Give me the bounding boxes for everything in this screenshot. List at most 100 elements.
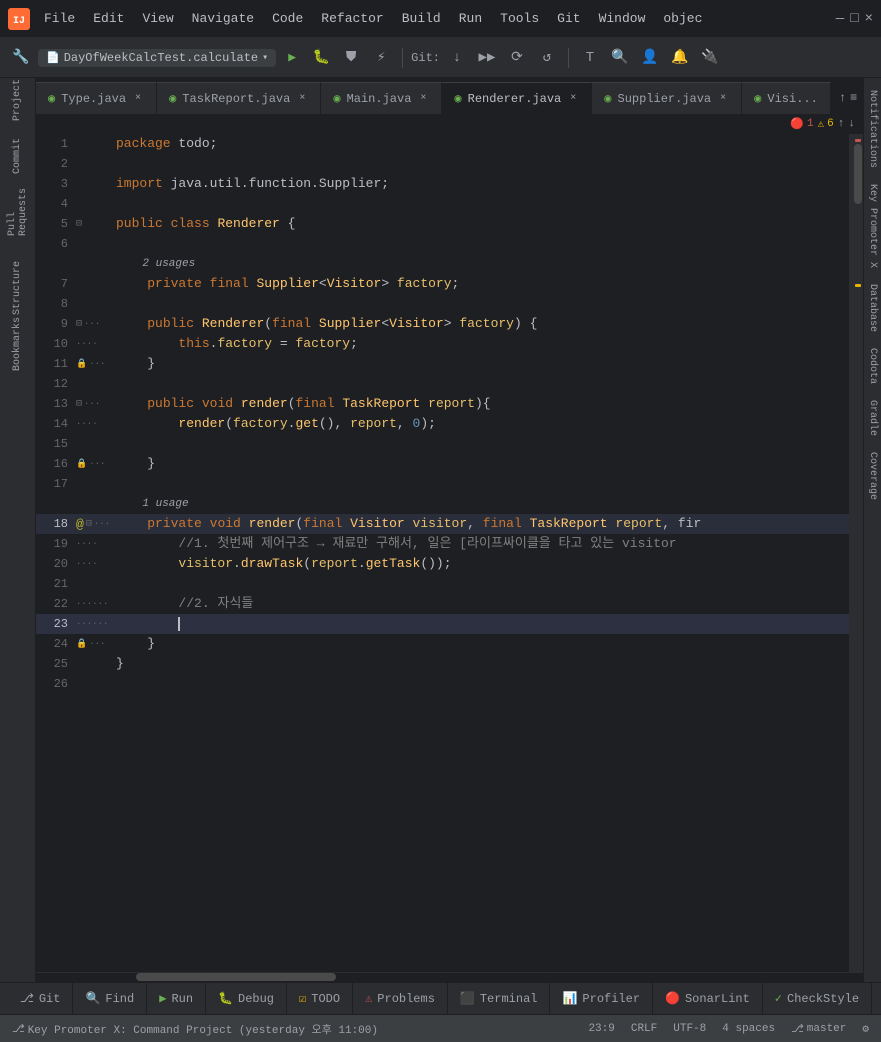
tab-visitor-java[interactable]: ◉ Visi... <box>742 82 831 114</box>
code-text-18[interactable]: private void render(final Visitor visito… <box>116 514 863 534</box>
tab-supplier-java[interactable]: ◉ Supplier.java × <box>592 82 742 114</box>
code-text-24[interactable]: } <box>116 634 863 654</box>
tab-close-supplier[interactable]: × <box>717 92 729 105</box>
coverage-button[interactable]: ⛊ <box>338 45 364 71</box>
fold-icon-13[interactable]: ⊟ <box>76 398 82 410</box>
sidebar-coverage[interactable]: Coverage <box>867 444 878 508</box>
tab-more-button[interactable]: ↑ ≡ <box>831 82 863 114</box>
code-text-12[interactable] <box>116 374 863 394</box>
code-text-6[interactable] <box>116 234 863 254</box>
fold-icon-5[interactable]: ⊟ <box>76 218 82 230</box>
tab-renderer-java[interactable]: ◉ Renderer.java × <box>442 82 592 114</box>
horizontal-scrollbar-thumb[interactable] <box>136 973 336 981</box>
code-text-25[interactable]: } <box>116 654 863 674</box>
run-config-dropdown-icon[interactable]: ▾ <box>262 52 268 64</box>
code-text-4[interactable] <box>116 194 863 214</box>
status-git-branch[interactable]: ⎇ Key Promoter X: Command Project (yeste… <box>8 1019 382 1039</box>
bottom-tab-todo[interactable]: ☑ TODO <box>287 983 353 1015</box>
bottom-tab-terminal[interactable]: ⬛ Terminal <box>448 983 551 1015</box>
menu-build[interactable]: Build <box>394 9 449 28</box>
tab-close-main[interactable]: × <box>417 92 429 105</box>
tab-type-java[interactable]: ◉ Type.java × <box>36 82 157 114</box>
fold-icon-18[interactable]: ⊟ <box>86 518 92 530</box>
bottom-tab-sonarlint[interactable]: 🔴 SonarLint <box>653 983 763 1015</box>
code-text-22[interactable]: //2. 자식들 <box>116 594 863 614</box>
usages-1-label[interactable]: 1 usage <box>142 498 188 510</box>
sidebar-icon-pull-requests[interactable]: Pull Requests <box>4 198 32 226</box>
status-encoding[interactable]: CRLF <box>627 1021 661 1037</box>
horizontal-scrollbar[interactable] <box>36 972 863 982</box>
sidebar-gradle[interactable]: Gradle <box>867 392 878 444</box>
bottom-tab-problems[interactable]: ⚠ Problems <box>353 983 448 1015</box>
tab-close-taskreport[interactable]: × <box>296 92 308 105</box>
git-stash-icon[interactable]: ↺ <box>534 45 560 71</box>
tab-scroll-left-icon[interactable]: ↑ <box>839 91 846 105</box>
code-text-21[interactable] <box>116 574 863 594</box>
menu-run[interactable]: Run <box>451 9 490 28</box>
menu-extra[interactable]: objec <box>655 9 710 28</box>
status-more[interactable]: ⚙ <box>858 1020 873 1038</box>
warning-count[interactable]: ⚠ 6 <box>818 117 834 131</box>
sidebar-codota[interactable]: Codota <box>867 340 878 392</box>
fold-icon-9[interactable]: ⊟ <box>76 318 82 330</box>
status-charset[interactable]: UTF-8 <box>669 1021 710 1037</box>
run-config-selector[interactable]: 📄 DayOfWeekCalcTest.calculate ▾ <box>38 49 276 67</box>
sidebar-database[interactable]: Database <box>867 276 878 340</box>
plugins-icon[interactable]: 🔌 <box>697 45 723 71</box>
code-text-15[interactable] <box>116 434 863 454</box>
code-text-26[interactable] <box>116 674 863 694</box>
code-text-10[interactable]: this.factory = factory; <box>116 334 863 354</box>
sidebar-icon-project[interactable]: Project <box>4 86 32 114</box>
settings-icon[interactable]: 🔧 <box>8 45 34 71</box>
bottom-tab-checkstyle[interactable]: ✓ CheckStyle <box>763 983 872 1015</box>
profile-icon[interactable]: 👤 <box>637 45 663 71</box>
bottom-tab-run[interactable]: ▶ Run <box>147 983 206 1015</box>
code-text-9[interactable]: public Renderer(final Supplier<Visitor> … <box>116 314 863 334</box>
sidebar-icon-structure[interactable]: Structure <box>4 274 32 302</box>
status-branch[interactable]: ⎇ master <box>787 1020 850 1038</box>
sidebar-icon-bookmarks[interactable]: Bookmarks <box>4 330 32 358</box>
code-text-23[interactable] <box>116 614 863 634</box>
search-icon[interactable]: 🔍 <box>607 45 633 71</box>
code-text-19[interactable]: //1. 첫번째 제어구조 → 재료만 구해서, 일은 [라이프싸이클을 타고 … <box>116 534 863 554</box>
tab-close-renderer[interactable]: × <box>567 92 579 105</box>
bottom-tab-git[interactable]: ⎇ Git <box>8 983 73 1015</box>
code-text-7[interactable]: private final Supplier<Visitor> factory; <box>116 274 863 294</box>
status-indent[interactable]: 4 spaces <box>718 1021 779 1037</box>
sidebar-key-promoter[interactable]: Key Promoter X <box>867 176 878 276</box>
run-button[interactable]: ▶ <box>280 46 304 70</box>
nav-down-icon[interactable]: ↓ <box>848 118 855 130</box>
bottom-tab-find[interactable]: 🔍 Find <box>73 983 147 1015</box>
tab-overflow-icon[interactable]: ≡ <box>850 91 857 105</box>
menu-git[interactable]: Git <box>549 9 588 28</box>
code-text-20[interactable]: visitor.drawTask(report.getTask()); <box>116 554 863 574</box>
code-text-3[interactable]: import java.util.function.Supplier; <box>116 174 863 194</box>
menu-navigate[interactable]: Navigate <box>184 9 262 28</box>
code-text-16[interactable]: } <box>116 454 863 474</box>
menu-code[interactable]: Code <box>264 9 311 28</box>
code-text-14[interactable]: render(factory.get(), report, 0); <box>116 414 863 434</box>
menu-window[interactable]: Window <box>591 9 654 28</box>
code-text-2[interactable] <box>116 154 863 174</box>
maximize-button[interactable]: □ <box>850 11 858 27</box>
menu-tools[interactable]: Tools <box>492 9 547 28</box>
nav-up-icon[interactable]: ↑ <box>838 118 845 130</box>
git-fetch-icon[interactable]: ↓ <box>444 45 470 71</box>
status-position[interactable]: 23:9 <box>584 1021 618 1037</box>
git-update-icon[interactable]: ⟳ <box>504 45 530 71</box>
code-text-17[interactable] <box>116 474 863 494</box>
code-text-8[interactable] <box>116 294 863 314</box>
tab-close-type-java[interactable]: × <box>132 92 144 105</box>
code-editor[interactable]: 1 package todo; 2 3 <box>36 134 863 972</box>
more-run-icon[interactable]: ⚡ <box>368 45 394 71</box>
code-text-13[interactable]: public void render(final TaskReport repo… <box>116 394 863 414</box>
git-push-icon[interactable]: ▶▶ <box>474 45 500 71</box>
code-text-11[interactable]: } <box>116 354 863 374</box>
notifications-icon[interactable]: 🔔 <box>667 45 693 71</box>
error-count[interactable]: 🔴 1 <box>790 117 813 131</box>
menu-view[interactable]: View <box>134 9 181 28</box>
sidebar-icon-commit[interactable]: Commit <box>4 142 32 170</box>
menu-refactor[interactable]: Refactor <box>313 9 391 28</box>
bottom-tab-debug[interactable]: 🐛 Debug <box>206 983 287 1015</box>
menu-edit[interactable]: Edit <box>85 9 132 28</box>
